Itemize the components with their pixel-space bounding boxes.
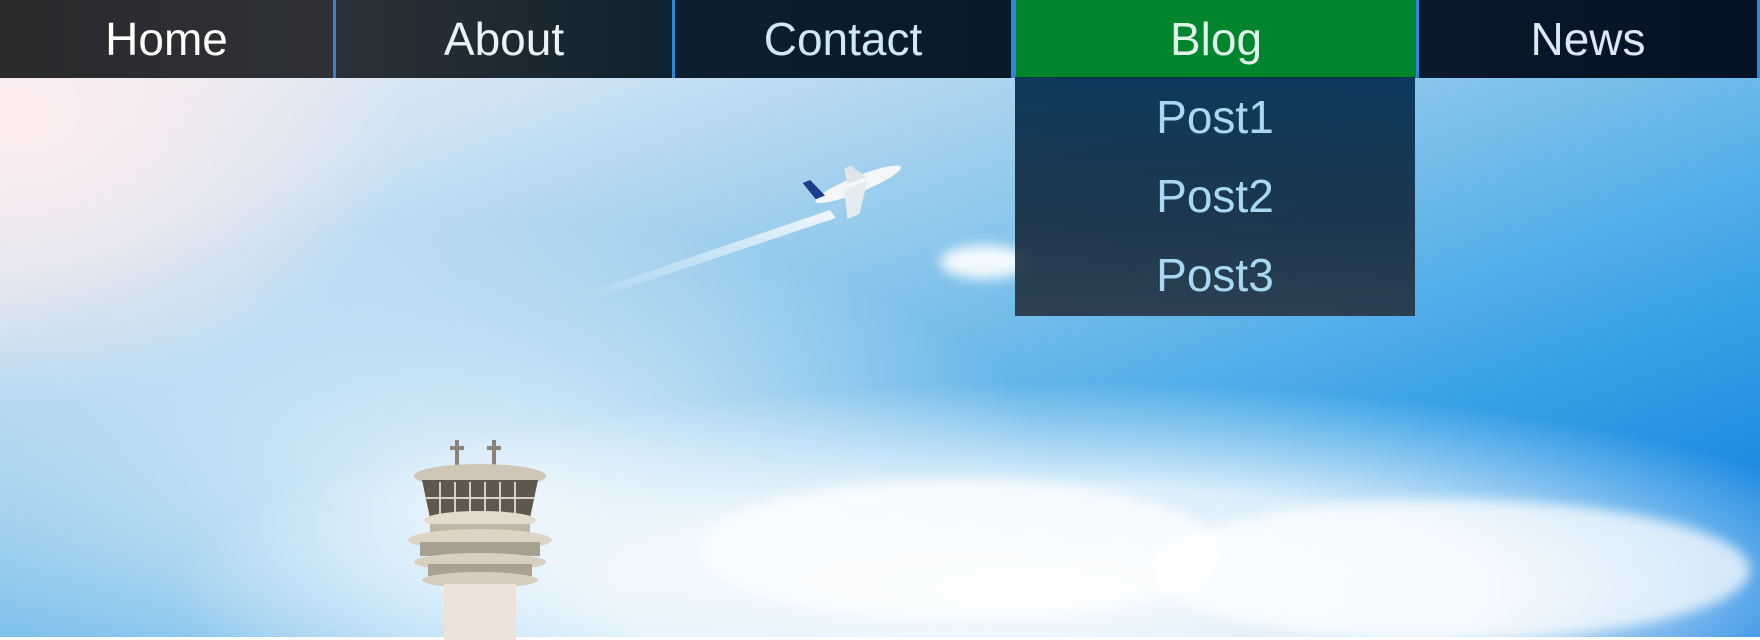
nav-item-label: About [443,13,565,65]
nav-item-contact[interactable]: Contact [675,0,1014,78]
hero-image [0,0,1760,640]
nav-item-about[interactable]: About [336,0,675,78]
dropdown-item-post2[interactable]: Post2 [1015,156,1415,235]
dropdown-item-post3[interactable]: Post3 [1015,235,1415,314]
nav-item-label: Contact [763,13,923,65]
blog-dropdown-menu: Post1 Post2 Post3 [1015,77,1415,316]
cloud [700,480,1220,620]
airplane-icon [580,165,901,300]
nav-item-label: Home [105,13,228,65]
nav-item-home[interactable]: Home [0,0,336,78]
nav-item-news[interactable]: News [1419,0,1760,78]
cloud [1150,500,1750,640]
dropdown-item-post1[interactable]: Post1 [1015,77,1415,156]
control-tower-icon [408,440,552,640]
nav-item-blog[interactable]: Blog [1014,0,1419,78]
nav-item-label: News [1530,13,1646,65]
nav-item-label: Blog [1169,13,1263,65]
main-nav: Home About Contact Blog News [0,0,1760,78]
